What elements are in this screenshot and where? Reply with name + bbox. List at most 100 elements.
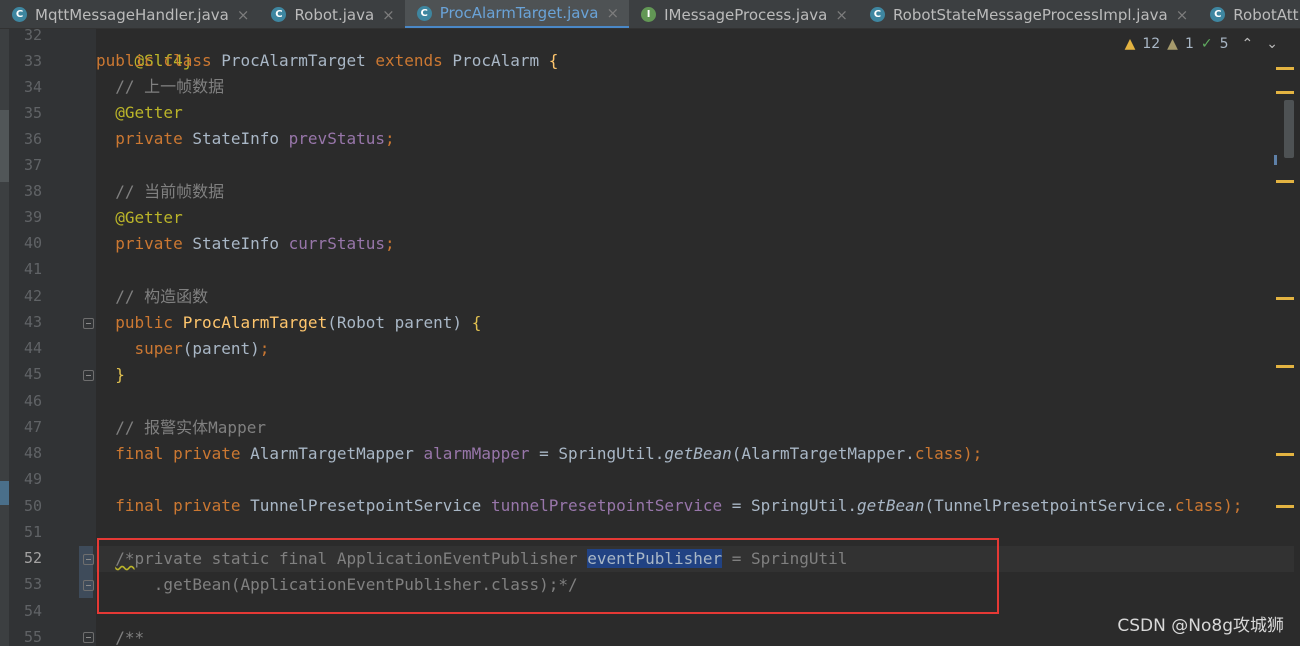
semicolon: ; (384, 129, 395, 148)
keyword: public (96, 313, 183, 332)
method-call: getBean (664, 444, 732, 463)
caret-marker (1274, 155, 1277, 165)
line-number: 45 (23, 365, 42, 383)
tab-robot[interactable]: C Robot.java × (259, 0, 404, 28)
brace: { (471, 313, 482, 332)
superclass-name: ProcAlarm (452, 51, 549, 70)
line-number: 36 (23, 130, 42, 148)
keyword: final private (96, 496, 251, 515)
code-line-42: // 构造函数 (96, 287, 209, 306)
tab-label: RobotStateMessageProcessImpl.java (892, 5, 1168, 24)
close-icon[interactable]: × (237, 6, 250, 24)
line-number: 38 (23, 182, 42, 200)
class-name: ProcAlarmTarget (221, 51, 376, 70)
scrollbar-thumb[interactable] (1284, 100, 1294, 158)
fold-toggle[interactable] (83, 580, 94, 591)
keyword: class (1174, 496, 1224, 515)
next-highlight-icon[interactable]: ⌄ (1266, 36, 1278, 52)
type-name: StateInfo (192, 234, 289, 253)
keyword: private (96, 234, 193, 253)
tab-label: RobotAttitud (1233, 5, 1300, 24)
warning-count: 12 (1142, 36, 1161, 52)
line-number: 33 (23, 52, 42, 70)
tab-robot-attitude[interactable]: C RobotAttitud (1198, 0, 1300, 28)
line-number: 47 (23, 418, 42, 436)
project-tool-strip (0, 29, 9, 646)
warning-marker[interactable] (1276, 180, 1294, 183)
line-number: 34 (23, 78, 42, 96)
warning-marker[interactable] (1276, 505, 1294, 508)
brace: { (548, 51, 559, 70)
close-icon[interactable]: × (835, 6, 848, 24)
code-line-35: @Getter (96, 103, 183, 122)
error-stripe[interactable] (1294, 29, 1300, 646)
warning-marker[interactable] (1276, 365, 1294, 368)
warning-marker[interactable] (1276, 297, 1294, 300)
line-number: 41 (23, 260, 42, 278)
tab-proc-alarm-target[interactable]: C ProcAlarmTarget.java × (404, 0, 630, 28)
tool-strip-marker (0, 481, 9, 505)
line-number: 32 (23, 26, 42, 44)
inspection-widget[interactable]: ▲ 12 ▲ 1 ✓ 5 ⌃ ⌄ (1125, 36, 1278, 52)
line-number: 51 (23, 523, 42, 541)
line-number: 39 (23, 208, 42, 226)
line-number: 44 (23, 339, 42, 357)
code-line-32: @Slf4j (96, 29, 193, 70)
warning-marker[interactable] (1276, 91, 1294, 94)
warning-marker[interactable] (1276, 67, 1294, 70)
code-line-33: public class ProcAlarmTarget extends Pro… (96, 48, 558, 74)
code-line-45: } (96, 365, 125, 384)
keyword: extends (375, 51, 453, 70)
field-name: alarmMapper (423, 444, 530, 463)
watermark: CSDN @No8g攻城狮 (1117, 616, 1284, 636)
editor-tab-bar: C MqttMessageHandler.java × C Robot.java… (0, 0, 1300, 29)
type-name: AlarmTargetMapper (250, 444, 424, 463)
class-icon: C (1210, 7, 1226, 22)
line-number: 42 (23, 287, 42, 305)
fold-toggle[interactable] (83, 370, 94, 381)
class-icon: C (869, 7, 885, 22)
line-number: 37 (23, 156, 42, 174)
class-icon: C (12, 7, 27, 22)
keyword: public class (96, 51, 222, 70)
code-line-34: // 上一帧数据 (96, 77, 225, 96)
line-number: 50 (23, 497, 42, 515)
keyword: private (96, 129, 193, 148)
fold-toggle[interactable] (83, 632, 94, 643)
class-icon: C (416, 5, 432, 21)
code-line-39: @Getter (96, 208, 183, 227)
line-number: 53 (23, 575, 42, 593)
code-line-50: final private TunnelPresetpointService t… (96, 493, 1242, 519)
fold-toggle[interactable] (83, 318, 94, 329)
close-icon[interactable]: × (382, 6, 395, 24)
tool-strip-marker (0, 110, 9, 182)
warning-icon: ▲ (1124, 36, 1136, 52)
ok-count: 5 (1219, 36, 1229, 52)
line-number: 49 (23, 470, 42, 488)
tab-label: ProcAlarmTarget.java (439, 4, 599, 22)
tab-label: IMessageProcess.java (664, 5, 828, 24)
line-number: 48 (23, 444, 42, 462)
tab-robot-state-message-process-impl[interactable]: C RobotStateMessageProcessImpl.java × (858, 0, 1198, 28)
code-line-44: super(parent); (96, 336, 270, 362)
tab-imessage-process[interactable]: I IMessageProcess.java × (629, 0, 858, 28)
code-line-48: final private AlarmTargetMapper alarmMap… (96, 441, 982, 467)
method-call: getBean (857, 496, 925, 515)
fold-toggle[interactable] (83, 554, 94, 565)
line-number-current: 52 (23, 549, 42, 567)
field-name: prevStatus (288, 129, 385, 148)
warning-marker[interactable] (1276, 453, 1294, 456)
line-number: 55 (23, 628, 42, 646)
interface-icon: I (641, 7, 657, 22)
line-number: 40 (23, 234, 42, 252)
close-icon[interactable]: × (607, 4, 620, 22)
close-icon[interactable]: × (1176, 6, 1189, 24)
keyword: super (96, 339, 183, 358)
semicolon: ; (259, 339, 270, 358)
assignment: = SpringUtil. (722, 496, 857, 515)
weak-warning-icon: ▲ (1167, 36, 1178, 52)
previous-highlight-icon[interactable]: ⌃ (1242, 36, 1254, 52)
semicolon: ); (962, 444, 983, 463)
code-line-43: public ProcAlarmTarget(Robot parent) { (96, 310, 481, 336)
check-icon: ✓ (1200, 36, 1213, 52)
